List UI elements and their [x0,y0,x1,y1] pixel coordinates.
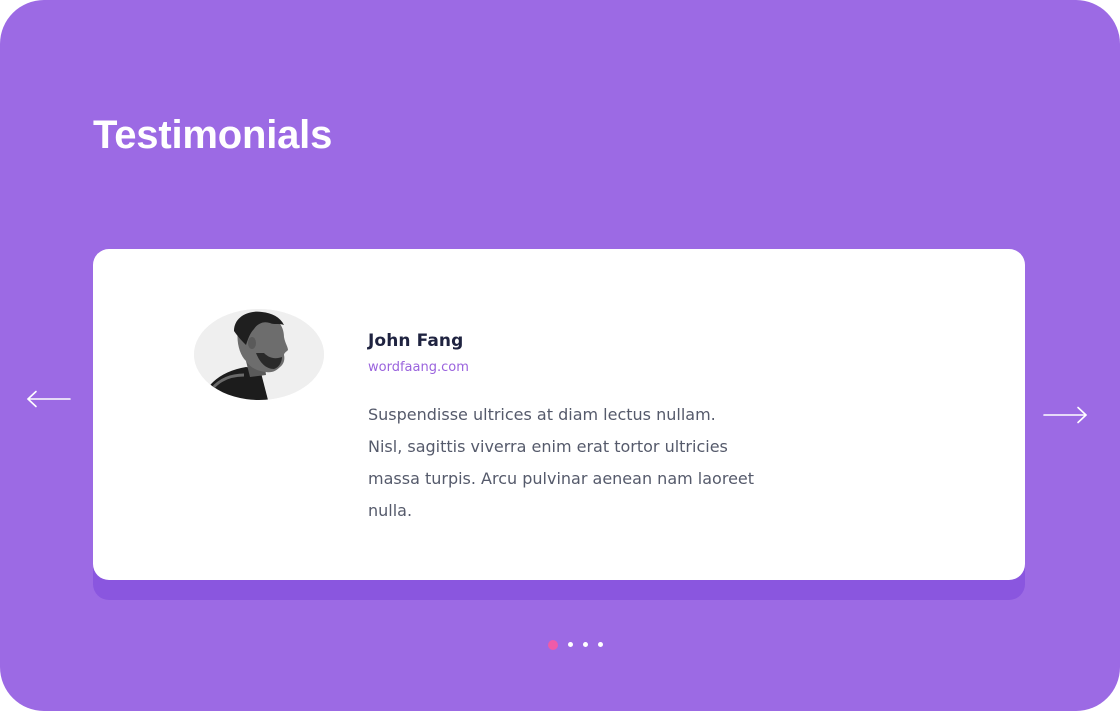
quote-line: massa turpis. Arcu pulvinar aenean nam l… [368,469,755,488]
next-slide-button[interactable] [1042,405,1088,425]
pagination-dot-4[interactable] [598,642,603,647]
quote-line: Suspendisse ultrices at diam lectus null… [368,405,716,424]
pagination-dot-1[interactable] [548,640,558,650]
avatar [194,309,324,400]
reviewer-website: wordfaang.com [368,360,469,375]
prev-slide-button[interactable] [26,389,72,409]
section-title: Testimonials [93,113,333,157]
pagination-dot-3[interactable] [583,642,588,647]
quote-line: nulla. [368,501,413,520]
arrow-left-icon [27,390,71,408]
arrow-right-icon [1043,406,1087,424]
person-silhouette-icon [194,309,324,400]
testimonial-card: John Fang wordfaang.com Suspendisse ultr… [93,249,1025,580]
testimonials-section: Testimonials John Fang wordfaang.com Sus… [0,0,1120,711]
pagination-dot-2[interactable] [568,642,573,647]
reviewer-name: John Fang [368,331,464,351]
testimonial-quote: Suspendisse ultrices at diam lectus null… [368,399,768,527]
quote-line: Nisl, sagittis viverra enim erat tortor … [368,437,728,456]
